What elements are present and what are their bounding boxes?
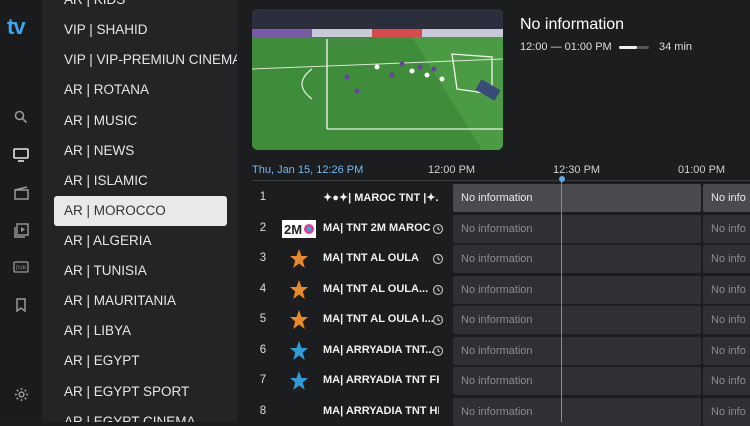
category-item[interactable]: AR | ROTANA [54, 75, 227, 105]
history-icon [432, 344, 444, 357]
nav-rail: tv DVR [0, 0, 42, 422]
channel-number: 2 [259, 222, 267, 234]
channel-row[interactable]: 6 MA| ARRYADIA TNT... No information No … [252, 337, 750, 365]
timeline-divider [252, 180, 750, 181]
program-cell[interactable]: No information [453, 184, 701, 212]
category-item-selected[interactable]: AR | MOROCCO [54, 196, 227, 226]
svg-text:2M: 2M [284, 222, 302, 237]
category-item[interactable]: AR | LIBYA [54, 316, 227, 346]
channel-number: 1 [259, 191, 267, 203]
category-item[interactable]: AR | NEWS [54, 136, 227, 166]
video-frame-image [252, 9, 503, 150]
channel-number: 6 [259, 344, 267, 356]
channel-name: MA| TNT AL OULA... [323, 283, 429, 295]
current-time-indicator [561, 178, 562, 422]
channel-name: ✦●✦| MAROC TNT |✦... [323, 192, 439, 204]
program-duration: 34 min [659, 41, 693, 53]
search-icon[interactable] [12, 108, 30, 126]
program-cell-next[interactable]: No info [703, 276, 750, 304]
channel-logo [281, 400, 317, 424]
category-item[interactable]: AR | EGYPT [54, 346, 227, 376]
dvr-icon[interactable]: DVR [12, 258, 30, 276]
program-progress-fill [619, 46, 637, 49]
timeline-time: 01:00 PM [678, 164, 726, 176]
history-icon [432, 252, 444, 265]
channel-row[interactable]: 4 MA| TNT AL OULA... No information No i… [252, 276, 750, 304]
program-cell-next[interactable]: No info [703, 337, 750, 365]
channel-number: 8 [259, 405, 267, 417]
channel-row[interactable]: 5 MA| TNT AL OULA I... No information No… [252, 306, 750, 334]
video-preview[interactable] [252, 9, 503, 150]
history-icon [432, 222, 444, 235]
channel-name: MA| ARRYADIA TNT HE... [323, 405, 439, 417]
category-item[interactable]: AR | MUSIC [54, 106, 227, 136]
channel-row[interactable]: 1 ✦●✦| MAROC TNT |✦... No information No… [252, 184, 750, 212]
program-progress-bar [619, 46, 649, 49]
program-cell[interactable]: No information [453, 245, 701, 273]
app-logo: tv [7, 14, 26, 39]
channel-logo [281, 186, 317, 210]
al-oula-star-logo [281, 308, 317, 332]
category-item[interactable]: AR | KIDS [54, 0, 227, 15]
arryadia-star-logo [281, 369, 317, 393]
channel-name: MA| ARRYADIA TNT... [323, 344, 435, 356]
program-cell-next[interactable]: No info [703, 184, 750, 212]
al-oula-star-logo [281, 247, 317, 271]
program-cell[interactable]: No information [453, 367, 701, 395]
category-item[interactable]: AR | ISLAMIC [54, 166, 227, 196]
program-cell[interactable]: No information [453, 276, 701, 304]
tv-icon[interactable] [12, 146, 30, 164]
channel-name: MA| TNT AL OULA I... [323, 313, 434, 325]
program-cell[interactable]: No information [453, 306, 701, 334]
settings-icon[interactable] [12, 385, 30, 403]
category-item[interactable]: AR | TUNISIA [54, 256, 227, 286]
program-time-range: 12:00 — 01:00 PM [520, 41, 612, 53]
timeline-time: 12:30 PM [553, 164, 601, 176]
channel-name: MA| TNT AL OULA [323, 252, 419, 264]
bookmark-icon[interactable] [12, 296, 30, 314]
channel-row[interactable]: 3 MA| TNT AL OULA No information No info [252, 245, 750, 273]
category-item[interactable]: AR | EGYPT CINEMA [54, 407, 227, 422]
movie-icon[interactable] [12, 184, 30, 202]
program-cell-next[interactable]: No info [703, 306, 750, 334]
category-item[interactable]: AR | EGYPT SPORT [54, 377, 227, 407]
history-icon [432, 313, 444, 326]
2m-logo: 2M [281, 217, 317, 241]
history-icon [432, 283, 444, 296]
category-item[interactable]: VIP | SHAHID [54, 15, 227, 45]
current-time-dot [558, 176, 565, 182]
timeline-date: Thu, Jan 15, 12:26 PM [252, 164, 364, 176]
program-title: No information [520, 16, 625, 33]
channel-number: 5 [259, 313, 267, 325]
program-cell-next[interactable]: No info [703, 367, 750, 395]
timeline-time: 12:00 PM [428, 164, 476, 176]
channel-row[interactable]: 7 MA| ARRYADIA TNT FHD No information No… [252, 367, 750, 395]
category-item[interactable]: VIP | VIP-PREMIUN CINEMA [54, 45, 237, 75]
al-oula-star-logo [281, 278, 317, 302]
arryadia-star-logo [281, 339, 317, 363]
category-list: AR | KIDS VIP | SHAHID VIP | VIP-PREMIUN… [42, 0, 237, 422]
category-item[interactable]: AR | ALGERIA [54, 226, 227, 256]
channel-number: 4 [259, 283, 267, 295]
channel-name: MA| ARRYADIA TNT FHD [323, 374, 439, 386]
program-cell-next[interactable]: No info [703, 245, 750, 273]
channel-number: 7 [259, 374, 267, 386]
program-cell[interactable]: No information [453, 215, 701, 243]
channel-name: MA| TNT 2M MAROC [323, 222, 431, 234]
program-cell[interactable]: No information [453, 337, 701, 365]
play-library-icon[interactable] [12, 221, 30, 239]
category-item[interactable]: AR | MAURITANIA [54, 286, 227, 316]
channel-row[interactable]: 2 2M MA| TNT 2M MAROC No information No … [252, 215, 750, 243]
channel-number: 3 [259, 252, 267, 264]
svg-text:DVR: DVR [16, 266, 27, 272]
program-cell-next[interactable]: No info [703, 215, 750, 243]
